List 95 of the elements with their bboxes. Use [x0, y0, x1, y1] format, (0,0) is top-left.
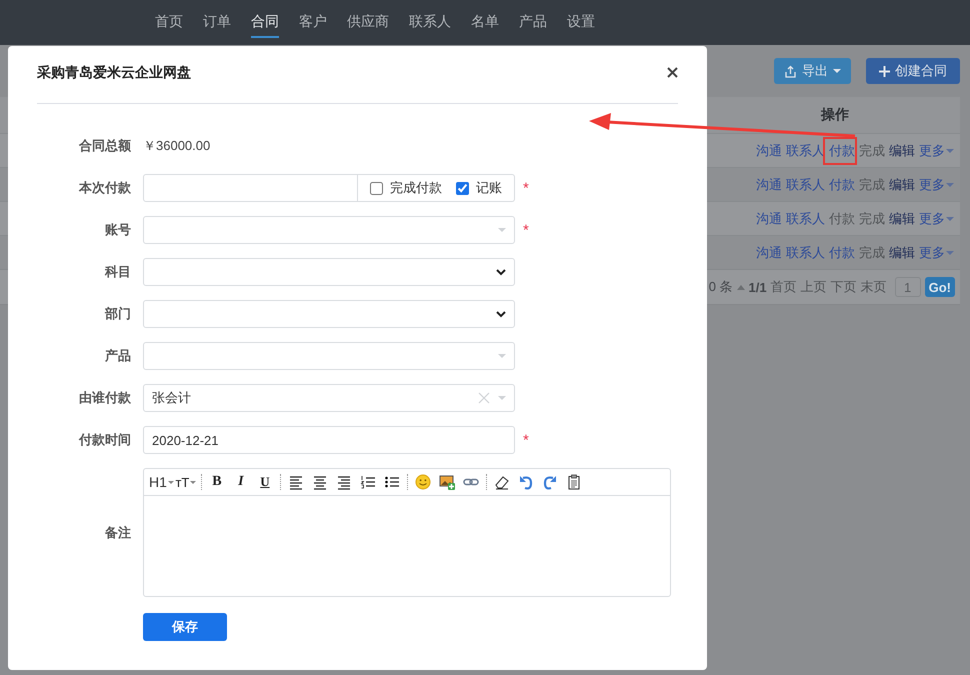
- checkbox-label: 完成付款: [390, 179, 442, 197]
- go-button[interactable]: Go!: [924, 277, 955, 297]
- chevron-down-icon: [496, 310, 506, 318]
- caret-icon: [946, 216, 954, 220]
- record-count: 0 条: [708, 278, 733, 296]
- field-label: 账号: [104, 221, 131, 239]
- action-link[interactable]: 更多: [919, 176, 954, 194]
- column-header: 操作: [820, 106, 850, 124]
- action-link[interactable]: 编辑: [889, 244, 915, 262]
- save-button[interactable]: 保存: [143, 613, 227, 641]
- page-number: 1/1: [748, 280, 767, 294]
- field-label: 部门: [104, 305, 131, 323]
- action-link[interactable]: 联系人: [786, 244, 825, 262]
- caret-icon: [833, 69, 841, 73]
- nav-tab[interactable]: 首页: [155, 0, 183, 38]
- page-link[interactable]: 下页: [830, 278, 857, 296]
- field-label: 合同总额: [78, 137, 131, 155]
- date-field[interactable]: 2020-12-21: [143, 426, 515, 454]
- checkbox-label: 记账: [476, 179, 502, 197]
- create-button[interactable]: 创建合同: [866, 58, 960, 84]
- field-label: 产品: [104, 347, 131, 365]
- clipboard-icon[interactable]: [566, 474, 582, 490]
- undo-icon[interactable]: [518, 474, 534, 490]
- caret-icon: [946, 250, 954, 254]
- nav-tab[interactable]: 设置: [567, 0, 595, 38]
- caret-icon: [168, 480, 174, 484]
- nav-tab[interactable]: 供应商: [347, 0, 389, 38]
- field-label: 付款时间: [78, 431, 131, 449]
- checkbox[interactable]: [370, 182, 383, 194]
- action-link[interactable]: 更多: [919, 210, 954, 228]
- select-field[interactable]: [143, 300, 515, 328]
- nav-tab[interactable]: 客户: [299, 0, 327, 38]
- action-link[interactable]: 付款: [829, 176, 855, 194]
- page-link[interactable]: 上页: [800, 278, 827, 296]
- caret-icon: [946, 182, 954, 186]
- action-link[interactable]: 沟通: [756, 142, 782, 160]
- action-link[interactable]: 沟通: [756, 176, 782, 194]
- redo-icon[interactable]: [542, 474, 558, 490]
- smiley-icon[interactable]: [414, 474, 431, 490]
- field-label: 由谁付款: [78, 389, 131, 407]
- export-button[interactable]: 导出: [774, 58, 851, 84]
- eraser-icon[interactable]: [494, 474, 510, 490]
- action-link[interactable]: 沟通: [756, 210, 782, 228]
- action-link[interactable]: 编辑: [889, 176, 915, 194]
- field-label: 备注: [104, 524, 131, 542]
- nav-tab[interactable]: 合同: [251, 0, 279, 38]
- numbered-list-icon[interactable]: [360, 474, 376, 490]
- insert-image-icon[interactable]: [438, 474, 455, 490]
- plus-icon: [879, 66, 890, 76]
- caret-icon: [190, 480, 196, 484]
- select-value: 张会计: [152, 389, 191, 407]
- required-mark: *: [523, 222, 530, 238]
- action-link[interactable]: 编辑: [889, 210, 915, 228]
- page-link[interactable]: 末页: [860, 278, 887, 296]
- page-input[interactable]: 1: [894, 277, 921, 297]
- underline-button[interactable]: U: [252, 472, 277, 492]
- page-link[interactable]: 首页: [770, 278, 797, 296]
- align-center-icon[interactable]: [312, 474, 328, 490]
- align-left-icon[interactable]: [288, 474, 304, 490]
- italic-button[interactable]: I: [228, 472, 253, 492]
- nav-tab[interactable]: 联系人: [409, 0, 451, 38]
- bullet-list-icon[interactable]: [384, 474, 400, 490]
- upload-icon: [784, 64, 797, 78]
- checkbox[interactable]: [456, 182, 469, 194]
- close-icon[interactable]: [667, 67, 678, 78]
- select-field[interactable]: [143, 216, 515, 244]
- bold-button[interactable]: B: [204, 472, 229, 492]
- heading-dropdown[interactable]: H1: [149, 472, 174, 492]
- select-field[interactable]: [143, 342, 515, 370]
- action-link[interactable]: 联系人: [786, 210, 825, 228]
- action-link[interactable]: 付款: [829, 244, 855, 262]
- input-field[interactable]: [143, 174, 358, 202]
- rich-text-editor[interactable]: H1 ᴛT B I U: [143, 468, 671, 597]
- align-right-icon[interactable]: [336, 474, 352, 490]
- caret-icon: [736, 284, 745, 290]
- nav-tab[interactable]: 订单: [203, 0, 231, 38]
- nav-tab[interactable]: 名单: [471, 0, 499, 38]
- action-link[interactable]: 编辑: [889, 142, 915, 160]
- caret-icon: [946, 148, 954, 152]
- dialog-title: 采购青岛爱米云企业网盘: [37, 64, 191, 82]
- action-link[interactable]: 付款: [829, 142, 855, 160]
- action-link[interactable]: 更多: [919, 142, 954, 160]
- nav-tab[interactable]: 产品: [519, 0, 547, 38]
- action-link[interactable]: 联系人: [786, 176, 825, 194]
- field-label: 科目: [104, 263, 131, 281]
- required-mark: *: [523, 180, 530, 196]
- action-link[interactable]: 更多: [919, 244, 954, 262]
- highlight-frame: [823, 137, 857, 165]
- chevron-down-icon: [496, 268, 506, 276]
- action-link[interactable]: 沟通: [756, 244, 782, 262]
- amount-value: ￥36000.00: [143, 137, 210, 155]
- field-label: 本次付款: [78, 179, 131, 197]
- select-field[interactable]: [143, 258, 515, 286]
- required-mark: *: [523, 432, 530, 448]
- font-size-dropdown[interactable]: ᴛT: [174, 472, 198, 492]
